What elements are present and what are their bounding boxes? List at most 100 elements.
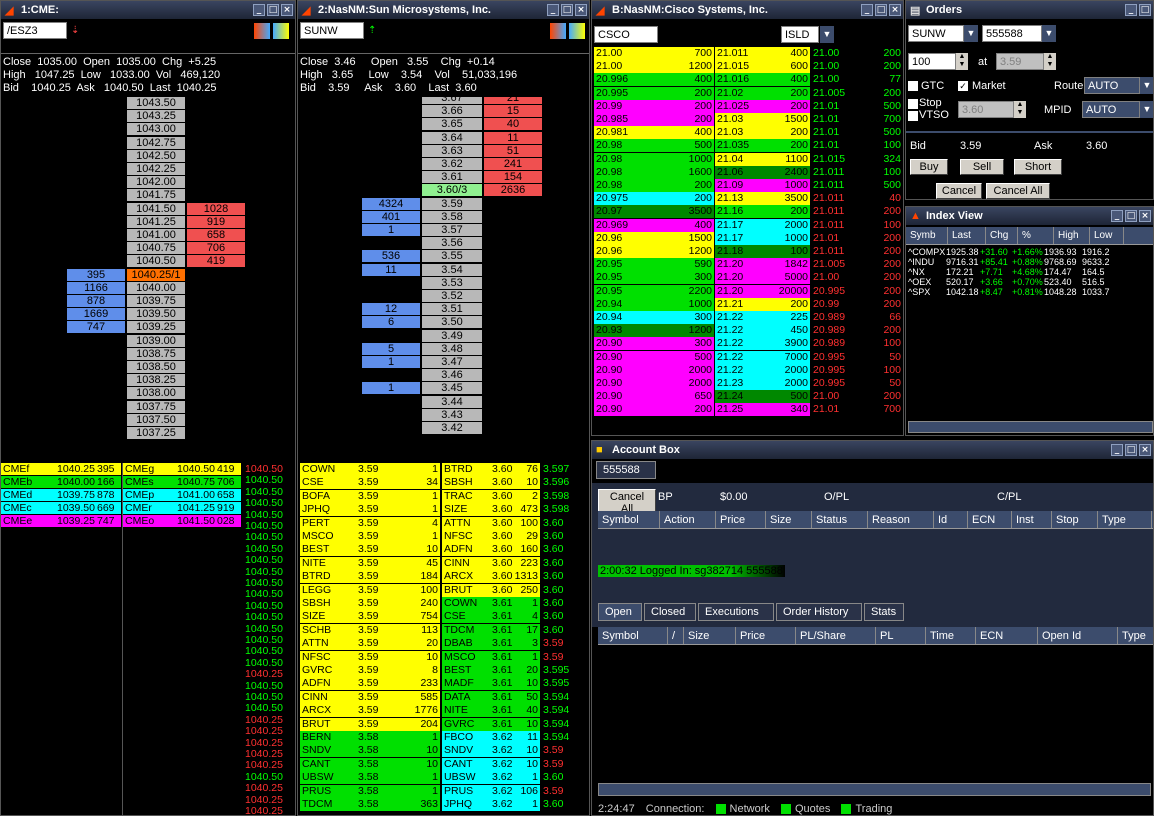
column-header[interactable]: PL: [876, 627, 926, 644]
maximize-icon[interactable]: □: [561, 4, 573, 16]
ladder-ask-size[interactable]: 658: [187, 229, 245, 241]
ladder-ask-size[interactable]: 154: [484, 171, 542, 184]
market-maker-row[interactable]: BRUT 3.60 250: [442, 583, 540, 597]
market-maker-row[interactable]: SNDV 3.58 10: [300, 744, 440, 758]
ladder-price-cell[interactable]: 3.54: [422, 263, 482, 276]
ladder-price-cell[interactable]: 3.55: [422, 250, 482, 263]
csco-ask-row[interactable]: 21.22 3900: [715, 337, 810, 351]
market-maker-row[interactable]: PRUS 3.58 1: [300, 784, 440, 798]
csco-ask-row[interactable]: 21.04 1100: [715, 152, 810, 166]
csco-ask-row[interactable]: 21.20 20000: [715, 284, 810, 298]
column-header[interactable]: Chg: [986, 227, 1018, 244]
dropdown-icon[interactable]: ⇣: [71, 25, 79, 36]
market-maker-row[interactable]: ADFN 3.60 160: [442, 543, 540, 557]
buy-button[interactable]: Buy: [910, 159, 948, 175]
csco-ask-row[interactable]: 21.02 200: [715, 86, 810, 100]
ladder-price-cell[interactable]: 1037.75: [127, 400, 185, 413]
csco-ask-row[interactable]: 21.015 600: [715, 60, 810, 74]
ladder-price-cell[interactable]: 1043.50: [127, 97, 185, 109]
market-checkbox[interactable]: ✓: [958, 81, 968, 91]
orders-titlebar[interactable]: ▤ Orders _ □: [906, 1, 1153, 19]
ladder-bid-size[interactable]: 6: [362, 316, 420, 329]
column-header[interactable]: ECN: [976, 627, 1038, 644]
minimize-icon[interactable]: _: [253, 4, 265, 16]
csco-ask-row[interactable]: 21.24 500: [715, 390, 810, 404]
layout-icon[interactable]: [569, 23, 585, 39]
column-header[interactable]: Symb: [906, 227, 948, 244]
quantity-input[interactable]: 100: [908, 53, 956, 70]
column-header[interactable]: Size: [684, 627, 736, 644]
csco-ask-row[interactable]: 21.03 1500: [715, 113, 810, 126]
close-icon[interactable]: ×: [575, 4, 587, 16]
maximize-icon[interactable]: □: [267, 4, 279, 16]
tab-open[interactable]: Open: [598, 603, 642, 621]
csco-ask-row[interactable]: 21.22 7000: [715, 350, 810, 364]
csco-bid-row[interactable]: 20.98 1600: [594, 165, 714, 179]
market-maker-row[interactable]: CSE 3.61 4: [442, 610, 540, 624]
market-maker-row[interactable]: MSCO 3.59 1: [300, 530, 440, 543]
ladder-price-cell[interactable]: 1041.00: [127, 229, 185, 241]
ladder-price-cell[interactable]: 3.49: [422, 329, 482, 342]
column-header[interactable]: Price: [716, 511, 766, 528]
tab-closed[interactable]: Closed: [644, 603, 696, 621]
ecn-select[interactable]: ISLD: [781, 26, 819, 43]
ladder-price-cell[interactable]: 3.61: [422, 171, 482, 184]
csco-bid-row[interactable]: 20.981 400: [594, 126, 714, 140]
market-maker-row[interactable]: TRAC 3.60 2: [442, 489, 540, 503]
index-titlebar[interactable]: ▲ Index View _ □ ×: [906, 207, 1153, 225]
column-header[interactable]: Symbol: [598, 511, 660, 528]
ladder-price-cell[interactable]: 3.56: [422, 237, 482, 250]
ladder-price-cell[interactable]: 3.64: [422, 131, 482, 144]
market-maker-row[interactable]: BEST 3.61 20: [442, 664, 540, 677]
dropdown-icon[interactable]: ⇡: [368, 25, 376, 36]
ladder-price-cell[interactable]: 1043.25: [127, 110, 185, 123]
minimize-icon[interactable]: _: [1111, 210, 1123, 222]
cancel-button[interactable]: Cancel: [936, 183, 982, 199]
csco-bid-row[interactable]: 20.98 200: [594, 179, 714, 192]
market-maker-row[interactable]: CMEd 1039.75 878 CMEp 1041.00 658: [1, 489, 241, 502]
ladder-price-cell[interactable]: 1041.50: [127, 202, 185, 215]
ladder-ask-size[interactable]: 1028: [187, 202, 245, 215]
ladder-price-cell[interactable]: 3.42: [422, 422, 482, 434]
csco-ask-row[interactable]: 21.21 200: [715, 297, 810, 311]
market-maker-row[interactable]: SIZE 3.60 473: [442, 503, 540, 517]
cancel-all-button[interactable]: Cancel All: [986, 183, 1050, 199]
market-maker-row[interactable]: BTRD 3.60 76: [442, 463, 540, 476]
csco-titlebar[interactable]: ◢ B:NasNM:Cisco Systems, Inc. _ □ ×: [592, 1, 903, 19]
ladder-bid-size[interactable]: 11: [362, 263, 420, 276]
cme-titlebar[interactable]: ◢ 1:CME: _ □ ×: [1, 1, 295, 19]
csco-bid-row[interactable]: 21.00 1200: [594, 60, 714, 74]
market-maker-row[interactable]: DATA 3.61 50: [442, 690, 540, 704]
mpid-select[interactable]: AUTO: [1082, 101, 1140, 118]
ladder-price-cell[interactable]: 3.62: [422, 158, 482, 170]
price-stepper[interactable]: ▲ ▼: [1044, 53, 1056, 70]
chevron-down-icon[interactable]: ▼: [964, 25, 978, 42]
ladder-price-cell[interactable]: 1041.25: [127, 215, 185, 228]
horizontal-scrollbar[interactable]: [908, 421, 1153, 433]
csco-bid-row[interactable]: 20.985 200: [594, 113, 714, 126]
csco-bid-row[interactable]: 20.98 500: [594, 139, 714, 153]
csco-ask-row[interactable]: 21.22 2000: [715, 363, 810, 377]
ladder-ask-size[interactable]: 2636: [484, 184, 542, 197]
ladder-price-cell[interactable]: 1039.00: [127, 334, 185, 347]
csco-ask-row[interactable]: 21.06 2400: [715, 165, 810, 179]
short-button[interactable]: Short: [1014, 159, 1062, 175]
ladder-bid-size[interactable]: 12: [362, 303, 420, 316]
ladder-price-cell[interactable]: 3.45: [422, 382, 482, 395]
tab-stats[interactable]: Stats: [864, 603, 904, 621]
column-header[interactable]: Action: [660, 511, 716, 528]
column-header[interactable]: Id: [934, 511, 968, 528]
chevron-down-icon[interactable]: ▼: [820, 26, 834, 43]
ladder-price-cell[interactable]: 3.60/3: [422, 184, 482, 197]
ladder-bid-size[interactable]: 1: [362, 356, 420, 368]
column-header[interactable]: Time: [926, 627, 976, 644]
csco-symbol-input[interactable]: CSCO: [594, 26, 658, 43]
market-maker-row[interactable]: PRUS 3.62 106: [442, 784, 540, 798]
csco-bid-row[interactable]: 20.94 300: [594, 311, 714, 324]
column-header[interactable]: Type: [1118, 627, 1153, 644]
ladder-price-cell[interactable]: 3.44: [422, 395, 482, 408]
market-maker-row[interactable]: CMEb 1040.00 166 CMEs 1040.75 706: [1, 476, 241, 489]
market-maker-row[interactable]: CMEe 1039.25 747 CMEo 1041.50 028: [1, 515, 241, 528]
ladder-price-cell[interactable]: 1042.25: [127, 163, 185, 175]
csco-bid-row[interactable]: 20.995 200: [594, 86, 714, 100]
